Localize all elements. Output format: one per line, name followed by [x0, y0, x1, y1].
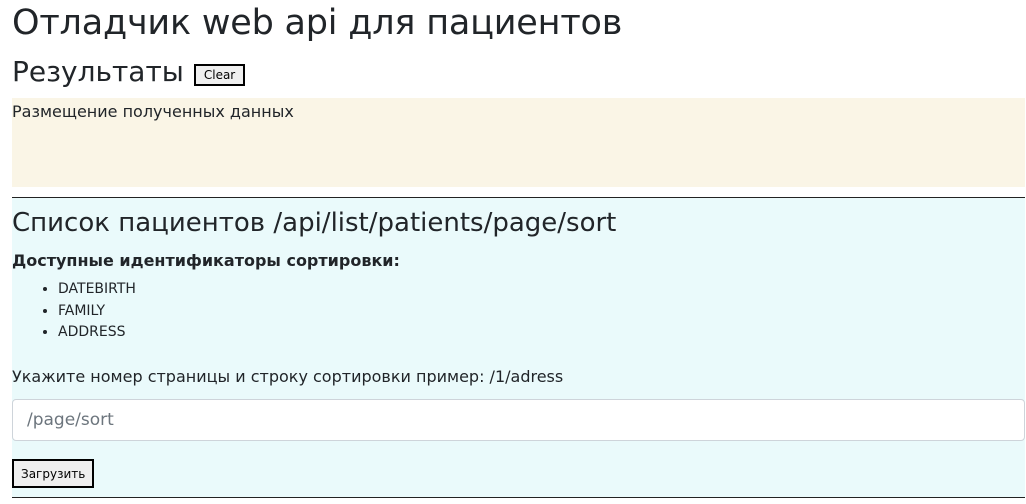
load-button[interactable]: Загрузить [12, 459, 95, 488]
patients-list-heading: Список пациентов /api/list/patients/page… [12, 208, 617, 238]
page-title: Отладчик web api для пациентов [12, 3, 623, 43]
page-sort-input[interactable] [12, 399, 1025, 441]
sort-ids-list: DATEBIRTH FAMILY ADDRESS [12, 279, 136, 344]
page: Отладчик web api для пациентов Результат… [0, 0, 1026, 504]
results-output: Размещение полученных данных [12, 98, 1025, 187]
sort-id-item: FAMILY [58, 301, 136, 323]
results-heading: Результаты [12, 55, 184, 88]
sort-id-item: DATEBIRTH [58, 279, 136, 301]
sort-id-item: ADDRESS [58, 322, 136, 344]
patients-list-section: Список пациентов /api/list/patients/page… [12, 197, 1025, 498]
clear-button[interactable]: Clear [193, 64, 246, 86]
page-sort-hint: Укажите номер страницы и строку сортиров… [12, 367, 564, 386]
sort-ids-label: Доступные идентификаторы сортировки: [12, 251, 400, 270]
results-header: Результаты Clear [12, 54, 246, 90]
